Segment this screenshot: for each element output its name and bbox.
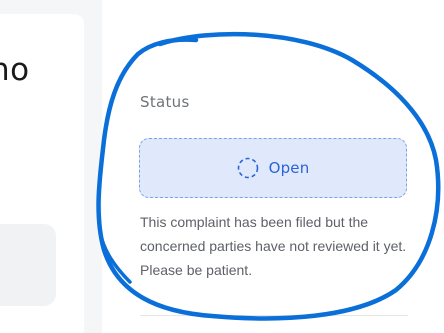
complaint-title: no [0, 52, 30, 88]
status-value: Open [268, 159, 310, 177]
screen: no Status Open This complaint has been f… [0, 0, 444, 333]
complaint-detail-block [0, 224, 56, 306]
status-description: This complaint has been filed but the co… [140, 214, 407, 278]
status-heading: Status [140, 93, 190, 111]
section-divider [140, 315, 408, 316]
dashed-circle-icon [237, 157, 259, 179]
column-gutter [84, 0, 102, 333]
status-badge-open: Open [139, 138, 407, 198]
complaint-summary-card: no [0, 14, 84, 333]
